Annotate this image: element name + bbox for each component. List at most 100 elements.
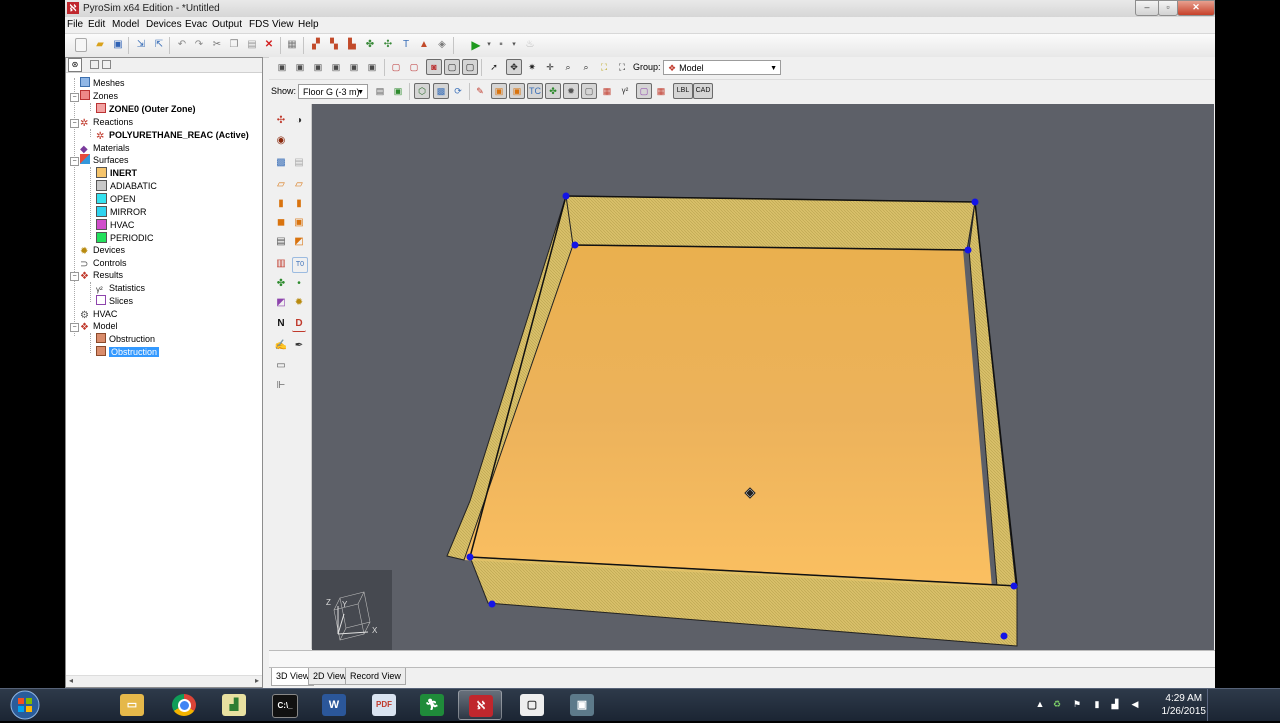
view-front-icon[interactable]: ▣ [275,60,289,74]
tree-reactions[interactable]: ✲ Reactions [80,116,133,129]
run-simulation-icon[interactable]: ▶ [469,38,483,52]
taskbar-stats-app[interactable]: ▟ [212,690,256,720]
stop-dropdown-icon[interactable]: ▾ [507,38,521,52]
export-icon[interactable]: ⇱ [152,38,166,52]
taskbar-display[interactable]: ▣ [560,690,604,720]
draw-roof-icon[interactable]: ◩ [292,235,306,249]
render-wireframe-icon[interactable]: ▢ [407,60,421,74]
draw-thermocouple-icon[interactable]: T0 [292,257,308,273]
eyedropper-icon[interactable]: ✒ [292,339,306,353]
zoom-box-icon[interactable]: ⌕ [579,60,593,74]
scale-tool-icon[interactable]: ◉ [274,134,288,148]
scroll-left-icon[interactable]: ◂ [69,676,73,685]
new-device-icon[interactable]: ✣ [381,38,395,52]
open-folder-icon[interactable]: ▰ [93,38,107,52]
show-objects-icon[interactable]: ⬡ [414,83,430,99]
draw-block-icon[interactable]: ◼ [274,216,288,230]
show-holes-icon[interactable]: ▣ [509,83,525,99]
draw-mesh-icon[interactable]: ▩ [274,156,288,170]
maximize-button[interactable]: ▫ [1158,0,1178,16]
new-vent-icon[interactable]: ✤ [363,38,377,52]
scroll-right-icon[interactable]: ▸ [255,676,259,685]
show-thermocouples-icon[interactable]: TC [527,83,543,99]
menu-help[interactable]: Help [298,19,319,30]
show-vents-icon[interactable]: ✎ [473,84,487,98]
render-smooth-icon[interactable]: ▢ [444,59,460,75]
save-icon[interactable]: ▣ [111,38,125,52]
tree-meshes[interactable]: Meshes [80,77,125,90]
tree-surface-mirror[interactable]: MIRROR [96,206,147,219]
render-solid-icon[interactable]: ◙ [426,59,442,75]
draw-point-icon[interactable]: • [292,277,306,291]
tab-record-view[interactable]: Record View [345,668,406,685]
tray-volume-icon[interactable]: ◀ [1130,699,1140,709]
show-particles-icon[interactable]: ✹ [563,83,579,99]
tree-results[interactable]: ❖ Results [80,269,123,282]
new-hole-icon[interactable]: ▙ [345,38,359,52]
back-wall[interactable] [565,195,976,251]
zoom-extents-icon[interactable]: ⛶ [615,60,629,74]
menu-devices[interactable]: Devices [146,19,182,30]
show-desktop-button[interactable] [1207,689,1218,721]
roam-tool-icon[interactable]: ✷ [525,60,539,74]
split-mesh-icon[interactable]: ▤ [292,156,306,170]
results-expander[interactable]: − [70,272,79,281]
copy-icon[interactable]: ❐ [227,38,241,52]
floor-image-icon[interactable]: ▣ [391,84,405,98]
menu-output[interactable]: Output [212,19,242,30]
start-button[interactable] [6,689,50,721]
undo-icon[interactable]: ↶ [175,38,189,52]
tray-battery-icon[interactable]: ▮ [1092,699,1102,709]
tree-reaction-active[interactable]: ✲ POLYURETHANE_REAC (Active) [96,129,249,142]
show-slices-icon[interactable]: ▦ [600,84,614,98]
new-file-icon[interactable] [75,38,87,52]
tree-slices[interactable]: Slices [96,295,133,308]
import-icon[interactable]: ⇲ [134,38,148,52]
show-patches-icon[interactable]: ▢ [636,83,652,99]
stop-icon[interactable]: ▪ [494,38,508,52]
draw-vent-icon[interactable]: ✤ [274,277,288,291]
tree-surface-open[interactable]: OPEN [96,193,136,206]
tree-obstruction-2[interactable]: Obstruction [96,346,160,359]
zoom-tool-icon[interactable]: ⌕ [561,60,575,74]
tray-show-hidden-icon[interactable]: ▲ [1035,699,1045,709]
draw-slice-icon[interactable]: ◩ [274,296,288,310]
show-grid-icon[interactable]: ⟳ [451,84,465,98]
menu-view[interactable]: View [272,19,294,30]
3d-viewport[interactable]: Z Y X [312,104,1214,650]
lbl-button[interactable]: LBL [673,83,693,99]
north-tool-icon[interactable]: N [274,317,288,331]
draw-device-icon[interactable]: ✹ [292,296,306,310]
render-outline-icon[interactable]: ▢ [389,60,403,74]
surfaces-expander[interactable]: − [70,157,79,166]
view-right-icon[interactable]: ▣ [329,60,343,74]
properties-icon[interactable]: ▦ [285,38,299,52]
select-tool-icon[interactable]: ➚ [487,60,501,74]
show-hvac-icon[interactable]: ▢ [581,83,597,99]
tree-zones[interactable]: Zones [80,90,118,103]
tree-model[interactable]: ❖ Model [80,320,118,333]
group-select[interactable]: ❖ Model ▼ [663,60,781,75]
tray-flag-icon[interactable]: ⚑ [1072,699,1082,709]
menu-file[interactable]: File [67,19,83,30]
taskbar-video[interactable]: ▢ [510,690,554,720]
thermocouple-icon[interactable]: T [399,38,413,52]
show-obstructions-icon[interactable]: ▣ [491,83,507,99]
collapse-all-icon[interactable] [90,60,99,69]
taskbar-pdf[interactable]: PDF [362,690,406,720]
close-button[interactable]: ✕ [1177,0,1215,16]
pan-tool-icon[interactable]: ✛ [543,60,557,74]
show-evac-icon[interactable]: ▦ [654,84,668,98]
zones-expander[interactable]: − [70,93,79,102]
taskbar-word[interactable]: W [312,690,356,720]
draw-wall-alt-icon[interactable]: ▮ [292,197,306,211]
draw-slab-alt-icon[interactable]: ▱ [292,178,306,192]
redo-icon[interactable]: ↷ [192,38,206,52]
system-clock[interactable]: 4:29 AM 1/26/2015 [1162,692,1207,718]
tree-obstruction-1[interactable]: Obstruction [96,333,155,346]
taskbar-command-prompt[interactable]: C:\_ [262,690,306,720]
menu-edit[interactable]: Edit [88,19,105,30]
model-expander[interactable]: − [70,323,79,332]
floor-select[interactable]: Floor G (-3 m) ▼ [298,84,368,99]
tree-surfaces[interactable]: Surfaces [80,154,129,167]
